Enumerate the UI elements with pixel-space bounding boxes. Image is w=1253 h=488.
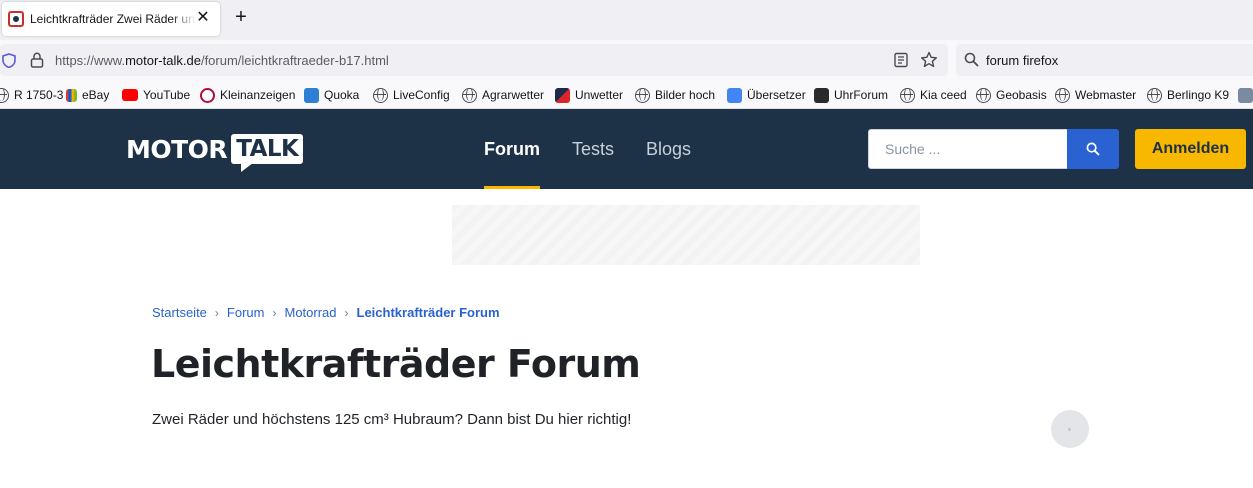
logo-talk-bubble: TALK bbox=[231, 134, 304, 172]
breadcrumb-startseite[interactable]: Startseite bbox=[152, 305, 207, 320]
search-icon bbox=[964, 52, 979, 67]
logo-motor-text: MOTOR bbox=[126, 134, 228, 164]
bookmarks-toolbar: R 1750-3 eBay YouTube Kleinanzeigen Quok… bbox=[0, 80, 1253, 109]
uhrforum-icon bbox=[814, 87, 829, 103]
bookmark-item[interactable]: Kleinanzeigen bbox=[200, 86, 295, 104]
bookmark-label: eBay bbox=[82, 88, 110, 102]
bookmark-item[interactable]: YouTube bbox=[122, 86, 190, 104]
bookmark-item[interactable]: Übersetzer bbox=[727, 86, 806, 104]
bookmark-label: Quoka bbox=[324, 88, 360, 102]
breadcrumb-separator: › bbox=[214, 305, 219, 320]
breadcrumb-separator: › bbox=[344, 305, 349, 320]
breadcrumb: Startseite › Forum › Motorrad › Leichtkr… bbox=[152, 305, 500, 320]
globe-icon bbox=[373, 87, 388, 103]
site-search-button[interactable] bbox=[1067, 129, 1119, 169]
search-icon bbox=[1086, 142, 1100, 156]
bookmark-label: Bilder hoch bbox=[655, 88, 716, 102]
kleinanzeigen-icon bbox=[200, 87, 215, 103]
motor-talk-favicon-icon bbox=[8, 11, 24, 27]
login-button[interactable]: Anmelden bbox=[1135, 129, 1246, 169]
breadcrumb-motorrad[interactable]: Motorrad bbox=[284, 305, 336, 320]
reader-view-icon[interactable] bbox=[893, 52, 909, 68]
bookmark-label: Berlingo K9 bbox=[1167, 88, 1230, 102]
bookmark-label: Webmaster bbox=[1075, 88, 1137, 102]
main-navigation: Forum Tests Blogs bbox=[484, 109, 723, 189]
bookmark-label: Geobasis bbox=[996, 88, 1047, 102]
bookmark-label: Unwetter bbox=[575, 88, 624, 102]
bookmark-star-icon[interactable] bbox=[920, 51, 938, 69]
site-header: MOTOR TALK Forum Tests Blogs Suche ... A… bbox=[0, 109, 1253, 189]
bookmark-folder-icon bbox=[1238, 87, 1253, 103]
bookmark-item[interactable]: Berlingo K9 bbox=[1147, 86, 1229, 104]
scroll-top-button[interactable] bbox=[1051, 410, 1089, 448]
bookmark-item[interactable]: LiveConfig bbox=[373, 86, 450, 104]
tab-title: Leichtkrafträder Zwei Räder und höchsten… bbox=[30, 12, 196, 26]
breadcrumb-separator: › bbox=[272, 305, 277, 320]
bookmark-item[interactable]: Unwetter bbox=[555, 86, 623, 104]
lock-icon[interactable] bbox=[30, 52, 44, 68]
new-tab-button[interactable]: + bbox=[230, 6, 252, 28]
bookmark-label: Übersetzer bbox=[747, 88, 806, 102]
bookmark-item[interactable]: UhrForum bbox=[814, 86, 888, 104]
globe-icon bbox=[462, 87, 477, 103]
page-title: Leichtkrafträder Forum bbox=[151, 342, 641, 386]
site-search-input[interactable]: Suche ... bbox=[868, 129, 1068, 169]
close-tab-icon[interactable]: ✕ bbox=[194, 9, 212, 27]
nav-tests[interactable]: Tests bbox=[572, 109, 614, 189]
globe-icon bbox=[900, 87, 915, 103]
browser-nav-bar: https://www.motor-talk.de/forum/leichtkr… bbox=[0, 40, 1253, 80]
bookmark-item[interactable]: eBay bbox=[66, 86, 109, 104]
bookmark-label: YouTube bbox=[143, 88, 191, 102]
url-text[interactable]: https://www.motor-talk.de/forum/leichtkr… bbox=[55, 53, 389, 68]
breadcrumb-current[interactable]: Leichtkrafträder Forum bbox=[357, 305, 500, 320]
bookmark-label: Agrarwetter bbox=[482, 88, 545, 102]
bookmark-item[interactable]: Webmaster bbox=[1055, 86, 1136, 104]
browser-search-box[interactable]: forum firefox bbox=[956, 44, 1253, 76]
address-bar[interactable]: https://www.motor-talk.de/forum/leichtkr… bbox=[0, 44, 948, 76]
bookmark-item[interactable]: R 1750-3 bbox=[0, 86, 63, 104]
globe-icon bbox=[1147, 87, 1162, 103]
youtube-icon bbox=[122, 89, 138, 101]
globe-icon bbox=[635, 87, 650, 103]
globe-icon bbox=[1055, 87, 1070, 103]
page-lead-text: Zwei Räder und höchstens 125 cm³ Hubraum… bbox=[152, 411, 632, 428]
browser-tab-strip: Leichtkrafträder Zwei Räder und höchsten… bbox=[0, 0, 1253, 40]
globe-icon bbox=[0, 87, 9, 103]
breadcrumb-forum[interactable]: Forum bbox=[227, 305, 265, 320]
bookmark-item[interactable]: Bilder hoch bbox=[635, 86, 715, 104]
url-prefix: https://www. bbox=[55, 53, 126, 68]
nav-blogs[interactable]: Blogs bbox=[646, 109, 691, 189]
ad-placeholder bbox=[452, 205, 920, 265]
nav-forum[interactable]: Forum bbox=[484, 109, 540, 189]
url-path: /forum/leichtkraftraeder-b17.html bbox=[200, 53, 389, 68]
bookmark-label: R 1750-3 bbox=[14, 88, 64, 102]
browser-tab-active[interactable]: Leichtkrafträder Zwei Räder und höchsten… bbox=[2, 2, 220, 36]
bookmark-item[interactable]: Agrarwetter bbox=[462, 86, 544, 104]
bookmark-item[interactable]: Quoka bbox=[304, 86, 359, 104]
unwetter-icon bbox=[555, 87, 570, 103]
bookmark-overflow[interactable] bbox=[1238, 86, 1253, 104]
bookmark-label: UhrForum bbox=[834, 88, 889, 102]
bookmark-item[interactable]: Geobasis bbox=[976, 86, 1047, 104]
bookmark-item[interactable]: Kia ceed bbox=[900, 86, 967, 104]
translate-icon bbox=[727, 87, 742, 103]
quoka-icon bbox=[304, 87, 319, 103]
tracking-shield-icon[interactable] bbox=[2, 53, 16, 68]
bookmark-label: LiveConfig bbox=[393, 88, 450, 102]
browser-search-value: forum firefox bbox=[986, 53, 1059, 68]
bookmark-label: Kleinanzeigen bbox=[220, 88, 296, 102]
globe-icon bbox=[976, 87, 991, 103]
motor-talk-logo[interactable]: MOTOR TALK bbox=[126, 129, 304, 172]
url-domain: motor-talk.de bbox=[125, 53, 201, 68]
bookmark-label: Kia ceed bbox=[920, 88, 967, 102]
ebay-icon bbox=[66, 88, 77, 102]
